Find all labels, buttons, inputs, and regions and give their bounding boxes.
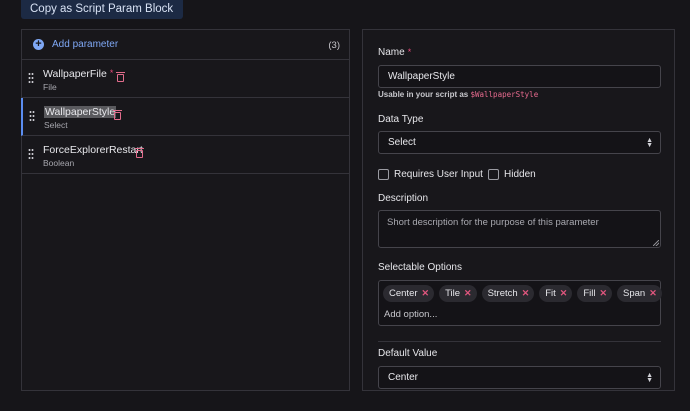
trash-icon[interactable] [116,72,125,82]
parameters-header: + Add parameter (3) [22,30,349,60]
chevron-updown-icon: ▲ ▼ [646,372,653,384]
selectable-options-label: Selectable Options [378,262,462,273]
remove-option-icon[interactable]: ✕ [599,288,607,299]
drag-handle-icon[interactable] [29,111,35,121]
hidden-checkbox[interactable]: Hidden [488,169,536,180]
checkbox[interactable] [378,169,389,180]
default-value-label: Default Value [378,348,438,359]
name-input[interactable]: WallpaperStyle [378,65,661,88]
remove-option-icon[interactable]: ✕ [560,288,568,299]
chevron-updown-icon: ▲ ▼ [646,137,653,149]
option-chip: Tile ✕ [439,285,477,302]
name-label: Name * [378,47,412,58]
parameter-item-wallpaperstyle[interactable]: WallpaperStyle Select [21,98,349,136]
remove-option-icon[interactable]: ✕ [422,288,430,299]
required-marker: * [109,68,114,78]
option-chip: Stretch ✕ [481,285,535,302]
parameter-type: Boolean [43,158,75,168]
remove-option-icon[interactable]: ✕ [522,288,530,299]
parameter-type: Select [44,120,68,130]
remove-option-icon[interactable]: ✕ [649,288,657,299]
parameter-type: File [43,82,57,92]
trash-icon[interactable] [113,110,122,120]
drag-handle-icon[interactable] [28,149,34,159]
description-label: Description [378,193,429,204]
parameter-item-wallpaperfile[interactable]: WallpaperFile * File [22,60,349,98]
resize-grip-icon[interactable] [653,240,659,246]
option-chip: Fill ✕ [577,285,613,302]
usage-variable: $WallpaperStyle [470,90,539,99]
drag-handle-icon[interactable] [28,73,34,83]
hidden-label: Hidden [504,169,536,180]
remove-option-icon[interactable]: ✕ [464,288,472,299]
required-marker: * [407,47,412,57]
description-placeholder: Short description for the purpose of thi… [387,217,599,228]
parameters-panel: + Add parameter (3) WallpaperFile * File … [21,29,350,391]
data-type-select[interactable]: Select ▲ ▼ [378,131,661,154]
option-chip: Center ✕ [383,285,435,302]
requires-user-input-checkbox[interactable]: Requires User Input [378,169,483,180]
parameter-editor: Name * WallpaperStyle Usable in your scri… [362,29,675,391]
usage-hint: Usable in your script as $WallpaperStyle [378,90,539,99]
copy-script-param-block-button[interactable]: Copy as Script Param Block [21,0,183,19]
parameter-item-forceexplorerrestart[interactable]: ForceExplorerRestart Boolean [22,136,349,174]
plus-circle-icon: + [33,39,44,50]
description-textarea[interactable]: Short description for the purpose of thi… [378,210,661,248]
option-chip: Fit ✕ [539,285,573,302]
parameter-count: (3) [328,40,340,51]
requires-user-input-label: Requires User Input [394,169,483,180]
divider [378,341,661,342]
add-parameter-button[interactable]: + Add parameter [33,39,118,50]
parameter-name: ForceExplorerRestart [43,144,143,156]
default-value-select[interactable]: Center ▲ ▼ [378,366,661,389]
trash-icon[interactable] [135,148,144,158]
add-option-input[interactable]: Add option... [384,309,437,320]
add-parameter-label: Add parameter [52,39,119,50]
options-input[interactable]: Center ✕ Tile ✕ Stretch ✕ Fit ✕ Fill ✕ Span ✕ … [378,280,662,326]
parameter-name: WallpaperFile * [43,68,114,80]
parameter-name: WallpaperStyle [44,106,117,118]
option-chips: Center ✕ Tile ✕ Stretch ✕ Fit ✕ Fill ✕ Span ✕ [383,285,667,302]
option-chip: Span ✕ [617,285,662,302]
data-type-label: Data Type [378,114,424,125]
checkbox[interactable] [488,169,499,180]
